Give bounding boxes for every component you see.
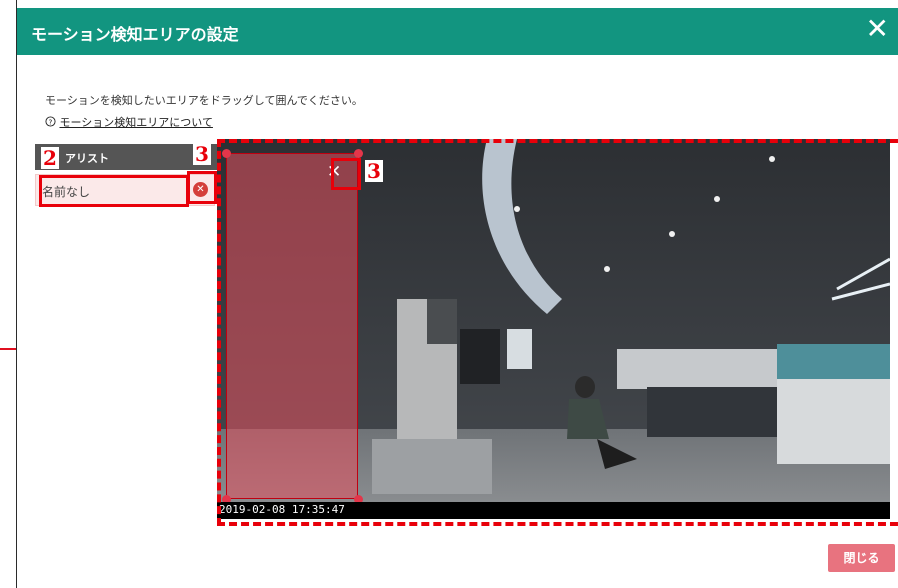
annotation-badge-3a: 3 xyxy=(193,142,211,166)
help-link[interactable]: モーション検知エリアについて xyxy=(60,116,213,129)
instruction-text: モーションを検知したいエリアをドラッグして囲んでください。 xyxy=(45,94,363,107)
motion-detection-zone[interactable] xyxy=(226,153,358,499)
svg-text:?: ? xyxy=(49,117,53,126)
timestamp-bar: 2019-02-08 17:35:47 xyxy=(217,502,890,519)
camera-preview[interactable]: ✕ 2019-02-08 17:35:47 xyxy=(217,139,890,519)
area-list-title: アリスト xyxy=(65,152,109,165)
annotation-badge-3b: 3 xyxy=(365,159,383,183)
annotation-badge-2: 2 xyxy=(41,146,59,170)
zone-close-icon[interactable]: ✕ xyxy=(327,163,341,181)
zone-handle-top-right[interactable] xyxy=(354,149,363,158)
help-row: ? モーション検知エリアについて xyxy=(45,114,213,130)
help-circle-icon: ? xyxy=(45,116,56,127)
area-name: 名前なし xyxy=(42,185,91,199)
close-dialog-button[interactable]: 閉じる xyxy=(828,544,895,572)
area-list-item[interactable]: 名前なし xyxy=(35,174,215,206)
zone-handle-top-left[interactable] xyxy=(222,149,231,158)
video-timestamp: 2019-02-08 17:35:47 xyxy=(219,503,345,516)
close-icon[interactable]: ✕ xyxy=(866,14,889,44)
dialog-title: モーション検知エリアの設定 xyxy=(31,25,239,44)
dialog-titlebar: モーション検知エリアの設定 ✕ xyxy=(17,8,898,55)
delete-circle-icon[interactable]: ✕ xyxy=(193,182,208,197)
motion-area-dialog: モーション検知エリアの設定 ✕ モーションを検知したいエリアをドラッグして囲んで… xyxy=(16,0,898,588)
